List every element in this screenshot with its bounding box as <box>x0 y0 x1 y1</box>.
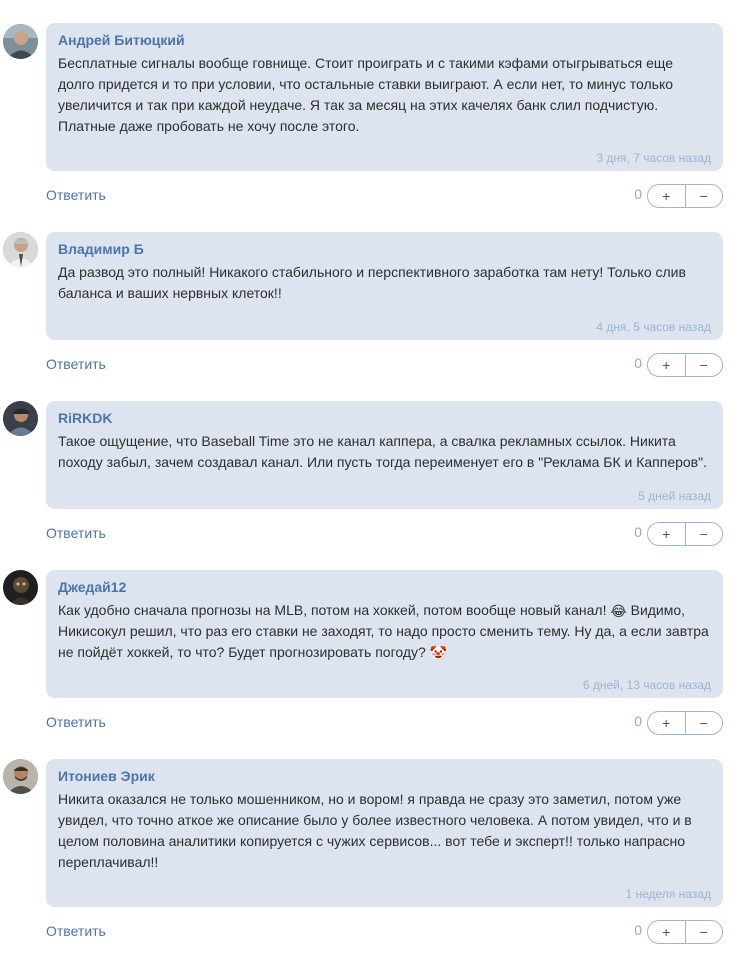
comment-actions: Ответить 0 + − <box>46 353 723 377</box>
comment-text: Бесплатные сигналы вообще говнище. Стоит… <box>58 55 674 134</box>
comment-text: Да развод это полный! Никакого стабильно… <box>58 264 686 301</box>
author-name[interactable]: Итониев Эрик <box>58 767 711 785</box>
comment-actions: Ответить 0 + − <box>46 522 723 546</box>
comment-time: 1 неделя назад <box>625 887 712 901</box>
vote-control: + − <box>647 920 723 944</box>
downvote-button[interactable]: − <box>686 354 723 376</box>
upvote-button[interactable]: + <box>648 921 686 943</box>
upvote-button[interactable]: + <box>648 185 686 207</box>
comment-bubble: Владимир Б Да развод это полный! Никаког… <box>46 232 723 340</box>
downvote-button[interactable]: − <box>686 921 723 943</box>
author-name[interactable]: RiRKDK <box>58 409 711 427</box>
downvote-button[interactable]: − <box>686 712 723 734</box>
reply-link[interactable]: Ответить <box>46 186 106 204</box>
vote-control: + − <box>647 353 723 377</box>
vote-count: 0 <box>634 922 642 938</box>
comment-time: 5 дней назад <box>638 489 711 503</box>
comment-bubble: RiRKDK Такое ощущение, что Baseball Time… <box>46 401 723 509</box>
reply-link[interactable]: Ответить <box>46 922 106 940</box>
comment-bubble: Андрей Битюцкий Бесплатные сигналы вообщ… <box>46 23 723 171</box>
comment-time: 4 дня, 5 часов назад <box>596 320 711 334</box>
comment-actions: Ответить 0 + − <box>46 920 723 944</box>
author-name[interactable]: Владимир Б <box>58 240 711 258</box>
vote-control: + − <box>647 522 723 546</box>
vote-control: + − <box>647 184 723 208</box>
author-name[interactable]: Джедай12 <box>58 578 711 596</box>
vote-count: 0 <box>634 186 642 202</box>
avatar[interactable] <box>3 759 38 794</box>
reply-link[interactable]: Ответить <box>46 355 106 373</box>
upvote-button[interactable]: + <box>648 712 686 734</box>
avatar[interactable] <box>3 401 38 436</box>
avatar[interactable] <box>3 232 38 267</box>
comment-text: Никита оказался не только мошенником, но… <box>58 791 692 870</box>
reply-link[interactable]: Ответить <box>46 524 106 542</box>
vote-count: 0 <box>634 524 642 540</box>
comment-actions: Ответить 0 + − <box>46 184 723 208</box>
avatar[interactable] <box>3 570 38 605</box>
comment-bubble: Джедай12 Как удобно сначала прогнозы на … <box>46 570 723 698</box>
downvote-button[interactable]: − <box>686 185 723 207</box>
comment-bubble: Итониев Эрик Никита оказался не только м… <box>46 759 723 907</box>
comment-text: Как удобно сначала прогнозы на MLB, пото… <box>58 600 711 663</box>
comment-text: Такое ощущение, что Baseball Time это не… <box>58 433 707 470</box>
vote-count: 0 <box>634 713 642 729</box>
comment-text-part: Как удобно сначала прогнозы на MLB, пото… <box>58 602 607 618</box>
vote-control: + − <box>647 711 723 735</box>
comment-time: 3 дня, 7 часов назад <box>596 151 711 165</box>
downvote-button[interactable]: − <box>686 523 723 545</box>
upvote-button[interactable]: + <box>648 354 686 376</box>
author-name[interactable]: Андрей Битюцкий <box>58 31 711 49</box>
laughing-emoji-icon: 😂 <box>610 603 627 619</box>
avatar[interactable] <box>3 24 38 59</box>
reply-link[interactable]: Ответить <box>46 713 106 731</box>
vote-count: 0 <box>634 355 642 371</box>
clown-emoji-icon: 🤡 <box>429 645 448 661</box>
comment-time: 6 дней, 13 часов назад <box>582 678 711 692</box>
comment-actions: Ответить 0 + − <box>46 711 723 735</box>
upvote-button[interactable]: + <box>648 523 686 545</box>
